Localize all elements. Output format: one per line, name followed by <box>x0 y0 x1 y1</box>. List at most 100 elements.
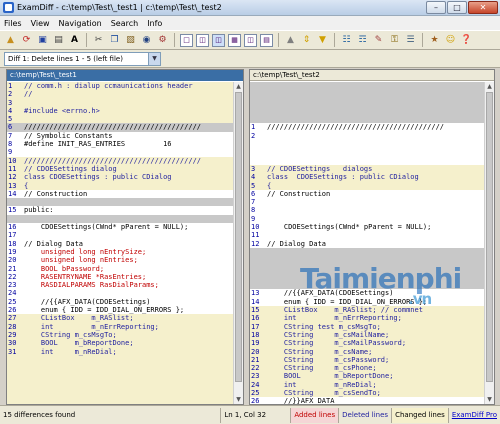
settings-icon[interactable]: ⚙ <box>156 34 169 47</box>
scroll-thumb[interactable] <box>486 92 493 382</box>
code-line[interactable]: 1 // comm.h : dialup ccmaunications heade… <box>7 82 233 91</box>
find-icon[interactable]: ◉ <box>140 34 153 47</box>
options-icon[interactable]: ★ <box>428 34 441 47</box>
code-line[interactable]: 25 //{{AFX_DATA(CDOESettings) <box>7 298 233 306</box>
minimize-button[interactable]: – <box>426 1 446 14</box>
compare-icon[interactable]: ☷ <box>340 34 353 47</box>
code-line[interactable] <box>7 380 233 389</box>
code-line[interactable]: 10 CDOESettings(CWnd* pParent = NULL); <box>250 223 484 231</box>
code-line[interactable]: 2 <box>250 132 484 140</box>
code-line[interactable]: 8 <box>250 206 484 214</box>
code-line[interactable] <box>7 364 233 373</box>
view-wide-icon[interactable]: ◫ <box>212 33 225 47</box>
cut-icon[interactable]: ✂ <box>92 34 105 47</box>
scroll-up-icon[interactable]: ▲ <box>485 82 494 91</box>
scroll-up-icon[interactable]: ▲ <box>234 82 243 91</box>
code-line[interactable] <box>250 148 484 156</box>
paste-icon[interactable]: ▧ <box>124 34 137 47</box>
code-line[interactable] <box>250 140 484 148</box>
open-folders-icon[interactable]: ▲ <box>4 34 17 47</box>
code-line[interactable]: 3 // CDOESettings dialogs <box>250 164 484 174</box>
code-line[interactable]: 31 int m_nReDial; <box>7 347 233 356</box>
code-line[interactable] <box>7 198 233 207</box>
code-line[interactable]: 19 unsigned long nEntrySize; <box>7 248 233 256</box>
code-line[interactable]: 1 ///////////////////////////////////////… <box>250 123 484 131</box>
code-line[interactable]: 13 { <box>7 181 233 190</box>
chevron-down-icon[interactable]: ▼ <box>148 53 160 65</box>
scroll-thumb[interactable] <box>235 92 242 382</box>
code-line[interactable]: 24 <box>7 289 233 297</box>
double-arrow-icon[interactable]: ⇕ <box>300 34 313 47</box>
save-icon[interactable]: ▣ <box>36 34 49 47</box>
down-arrow-icon[interactable]: ▼ <box>316 34 329 47</box>
examdiff-pro-link[interactable]: ExamDiff Pro <box>447 407 500 423</box>
code-line[interactable] <box>250 98 484 107</box>
diff-select[interactable]: Diff 1: Delete lines 1 - 5 (left file) ▼ <box>4 52 161 66</box>
view-compare-icon[interactable]: ▦ <box>228 33 241 47</box>
code-line[interactable]: 27 CListBox m_RASlist; <box>7 314 233 323</box>
menu-search[interactable]: Search <box>111 19 138 28</box>
code-line[interactable]: 2 // <box>7 90 233 99</box>
code-line[interactable] <box>250 115 484 124</box>
code-line[interactable]: 22 CString m_csPhone; <box>250 364 484 373</box>
code-line[interactable]: 15 public: <box>7 206 233 214</box>
code-line[interactable]: 30 BOOL m_bReportDone; <box>7 339 233 348</box>
code-line[interactable]: 9 <box>250 215 484 223</box>
code-line[interactable]: 15 CListBox m_RASlist; // commnet <box>250 306 484 315</box>
view-column-icon[interactable]: ◫ <box>244 33 257 47</box>
view-single-icon[interactable]: □ <box>180 33 193 47</box>
left-scrollbar[interactable]: ▲ ▼ <box>233 82 243 404</box>
view-split-icon[interactable]: ◫ <box>196 33 209 47</box>
maximize-button[interactable]: □ <box>447 1 467 14</box>
code-line[interactable]: 6 ///////////////////////////////////////… <box>7 123 233 132</box>
font-icon[interactable]: A <box>68 34 81 47</box>
print-icon[interactable]: ▤ <box>52 34 65 47</box>
code-line[interactable] <box>7 388 233 398</box>
left-file-pane[interactable]: c:\temp\Test\_test1 1 // comm.h : dialup … <box>6 69 244 405</box>
right-file-pane[interactable]: c:\temp\Test\_test2 1 ///////////////////… <box>249 69 495 405</box>
code-line[interactable]: 28 int m_nErrReporting; <box>7 322 233 331</box>
menu-files[interactable]: Files <box>4 19 22 28</box>
menu-navigation[interactable]: Navigation <box>59 19 102 28</box>
code-line[interactable]: 21 BOOL bPassword; <box>7 265 233 273</box>
bookmark-icon[interactable]: ☰ <box>404 34 417 47</box>
code-line[interactable]: 4 class CDOESettings : public CDialog <box>250 173 484 182</box>
menu-info[interactable]: Info <box>147 19 162 28</box>
code-line[interactable] <box>7 397 233 404</box>
code-line[interactable]: 7 // Symbolic Constants <box>7 132 233 140</box>
code-line[interactable]: 16 int m_nErrReporting; <box>250 314 484 323</box>
code-line[interactable] <box>250 82 484 91</box>
code-line[interactable]: 14 enum { IDD = IDD_DIAL_ON_ERRORS }; <box>250 298 484 306</box>
right-code-area[interactable]: 1 ///////////////////////////////////////… <box>250 82 484 404</box>
link-icon[interactable]: ☶ <box>356 34 369 47</box>
key-icon[interactable]: ⚿ <box>388 34 401 47</box>
code-line[interactable]: 20 CString m_csName; <box>250 347 484 356</box>
code-line[interactable]: 5 <box>7 115 233 124</box>
code-line[interactable]: 21 CString m_csPassword; <box>250 355 484 365</box>
code-line[interactable]: 18 CString m_csMailName; <box>250 330 484 340</box>
code-line[interactable]: 24 int m_nReDial; <box>250 380 484 389</box>
code-line[interactable]: 12 // Dialog Data <box>250 240 484 248</box>
code-line[interactable]: 23 BOOL m_bReportDone; <box>250 372 484 381</box>
code-line[interactable]: 26 enum { IDD = IDD_DIAL_ON_ERRORS }; <box>7 306 233 314</box>
up-arrow-icon[interactable]: ▲ <box>284 34 297 47</box>
code-line[interactable] <box>250 106 484 116</box>
code-line[interactable]: 11 // CDOESettings dialog <box>7 164 233 174</box>
code-line[interactable]: 22 RASENTRYNAME *RasEntries; <box>7 273 233 281</box>
code-line[interactable] <box>7 355 233 365</box>
code-line[interactable]: 17 CString test m_csMsgTo; <box>250 322 484 331</box>
code-line[interactable] <box>250 247 484 257</box>
code-line[interactable]: 12 class CDOESettings : public CDialog <box>7 173 233 182</box>
code-line[interactable]: 11 <box>250 231 484 239</box>
code-line[interactable]: 3 <box>7 98 233 107</box>
right-scrollbar[interactable]: ▲ ▼ <box>484 82 494 404</box>
code-line[interactable]: 8 #define INIT_RAS_ENTRIES 16 <box>7 140 233 148</box>
scroll-down-icon[interactable]: ▼ <box>234 395 243 404</box>
help-icon[interactable]: ❓ <box>460 34 473 47</box>
code-line[interactable]: 14 // Construction <box>7 190 233 198</box>
code-line[interactable]: 18 // Dialog Data <box>7 240 233 248</box>
menu-view[interactable]: View <box>31 19 50 28</box>
code-line[interactable]: 29 CString m_csMsgTo; <box>7 330 233 340</box>
scroll-down-icon[interactable]: ▼ <box>485 395 494 404</box>
code-line[interactable] <box>250 90 484 99</box>
